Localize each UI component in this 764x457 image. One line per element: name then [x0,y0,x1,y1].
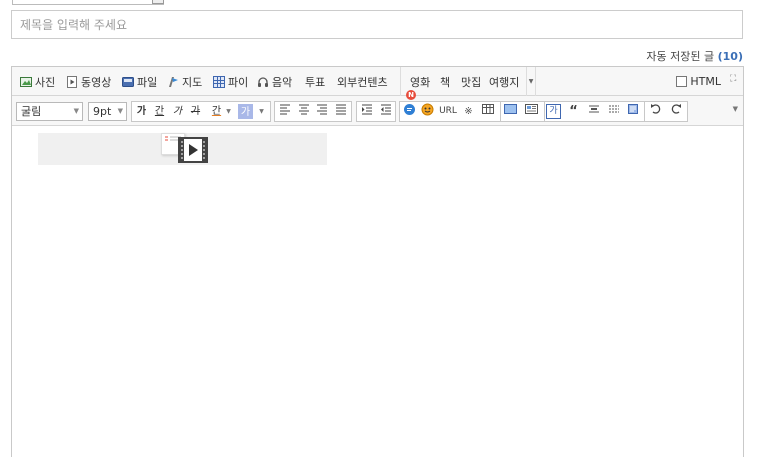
page-break-button[interactable] [605,102,622,121]
insert-map-label: 지도 [182,75,203,89]
text-color-dropdown[interactable]: ▼ [224,102,233,121]
font-size-value: 9pt [93,105,112,118]
align-left-button[interactable] [276,102,293,121]
map-icon [167,76,179,88]
template-icon [525,104,538,114]
underline-button[interactable]: 간 [151,102,168,121]
template-button[interactable] [523,102,540,121]
quote-button[interactable]: “ [565,102,582,121]
more-insert-dropdown[interactable]: ▼ [526,67,536,96]
font-family-value: 굴림 [21,105,42,118]
html-checkbox[interactable] [676,76,688,87]
align-right-button[interactable] [313,102,330,121]
insert-poll-button[interactable]: 투표 [305,67,325,96]
highlight-color-button[interactable]: 가 [238,104,253,119]
title-field[interactable] [11,10,743,39]
insert-url-button[interactable]: URL [437,102,459,121]
special-char-button[interactable]: ※ [460,102,477,121]
redo-button[interactable] [667,102,684,121]
insert-file-button[interactable]: 파일 [122,67,157,96]
undo-button[interactable] [647,102,664,121]
chat-bubble-icon [404,104,415,115]
chat-button[interactable] [401,102,418,121]
top-field-button[interactable] [152,0,164,4]
insert-book-label: 책 [440,75,451,89]
insert-photo-button[interactable]: 사진 [20,67,55,96]
editor: 사진 동영상 파일 지도 파이 음악 투표 외부컨텐츠 영화 책 맛집 여행지 … [11,66,744,457]
table-icon [481,104,494,114]
insert-map-button[interactable]: 지도 [167,67,202,96]
font-family-select[interactable]: 굴림 ▼ [16,102,83,121]
insert-pie-label: 파이 [228,75,249,89]
photo-icon [20,76,32,88]
align-justify-icon [335,104,346,115]
insert-travel-button[interactable]: 여행지 [489,67,519,96]
align-justify-button[interactable] [332,102,349,121]
text-box-button[interactable]: 가 [546,104,561,119]
html-label: HTML [690,75,721,88]
indent-icon [361,104,372,115]
background-icon [504,104,517,114]
video-icon [178,137,208,167]
chevron-down-icon: ▼ [73,107,79,115]
summary-icon [627,104,638,114]
summary-button[interactable] [624,102,641,121]
strikethrough-button[interactable]: 가 [187,102,204,121]
insert-toolbar: 사진 동영상 파일 지도 파이 음악 투표 외부컨텐츠 영화 책 맛집 여행지 … [12,67,743,96]
insert-travel-label: 여행지 [489,75,520,89]
headphones-icon [257,76,269,88]
insert-video-button[interactable]: 동영상 [66,67,111,96]
highlight-color-dropdown[interactable]: ▼ [257,102,266,121]
chevron-down-icon: ▼ [117,107,123,115]
font-size-select[interactable]: 9pt ▼ [88,102,127,121]
file-icon [122,76,134,88]
autosave-count[interactable]: (10) [718,50,743,63]
outdent-icon [380,104,391,115]
autosave-label: 자동 저장된 글 [646,50,715,63]
page-break-icon [608,105,619,113]
toolbar-more-icon[interactable]: ▼ [733,105,738,113]
grid-icon [213,75,225,88]
insert-external-button[interactable]: 외부컨텐츠 [337,67,388,96]
autosave-status[interactable]: 자동 저장된 글 (10) [646,48,743,64]
insert-table-button[interactable] [479,102,496,121]
italic-button[interactable]: 가 [169,102,186,121]
insert-video-label: 동영상 [81,75,112,89]
video-icon [66,75,78,88]
insert-poll-label: 투표 [305,75,326,89]
insert-music-label: 음악 [272,75,293,89]
align-center-button[interactable] [295,102,312,121]
title-input[interactable] [12,11,742,38]
indent-button[interactable] [358,102,375,121]
horizontal-rule-icon [588,105,599,113]
align-center-icon [298,104,309,115]
smiley-icon [421,103,434,116]
outdent-button[interactable] [377,102,394,121]
text-color-button[interactable]: 간 [208,102,225,121]
insert-book-button[interactable]: 책 [440,67,450,96]
expand-icon[interactable]: ⛶ [730,75,739,84]
background-button[interactable] [502,102,519,121]
redo-icon [671,104,681,114]
bold-button[interactable]: 가 [133,102,150,121]
divider [400,67,401,96]
top-field-stub [12,0,164,5]
align-right-icon [316,104,327,115]
insert-pie-button[interactable]: 파이 [213,67,248,96]
quote-icon: “ [569,104,578,119]
emoticon-button[interactable] [419,102,436,121]
insert-music-button[interactable]: 음악 [257,67,292,96]
html-mode-toggle[interactable]: HTML [676,75,721,88]
format-toolbar: 굴림 ▼ 9pt ▼ 가 간 가 가 간 ▼ 가 ▼ URL ※ 가 “ [12,96,743,126]
insert-restaurant-button[interactable]: 맛집 [461,67,481,96]
insert-external-label: 외부컨텐츠 [337,75,388,89]
insert-photo-label: 사진 [35,75,56,89]
undo-icon [650,104,660,114]
divider-line-button[interactable] [585,102,602,121]
insert-restaurant-label: 맛집 [461,75,482,89]
insert-file-label: 파일 [137,75,158,89]
insert-movie-label: 영화 [410,75,431,89]
align-left-icon [279,104,290,115]
new-badge: N [406,90,416,100]
